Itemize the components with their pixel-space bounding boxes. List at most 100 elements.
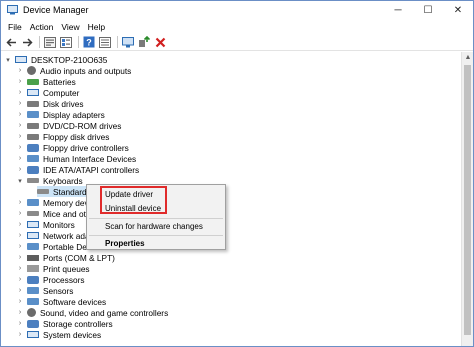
keyboard-icon xyxy=(37,189,49,194)
tree-item-label: Sound, video and game controllers xyxy=(40,307,169,318)
storage-controller-icon xyxy=(27,319,39,328)
chevron-down-icon[interactable]: ▾ xyxy=(16,177,24,185)
chevron-right-icon[interactable]: › xyxy=(16,166,24,173)
tree-item-portable-devices[interactable]: › Portable Dev xyxy=(16,241,91,252)
toolbar-separator xyxy=(78,36,79,48)
forward-arrow-icon[interactable] xyxy=(20,35,34,49)
disk-drive-icon xyxy=(27,100,39,107)
tree-item-ports[interactable]: › Ports (COM & LPT) xyxy=(16,252,115,263)
context-uninstall-device[interactable]: Uninstall device xyxy=(105,203,161,214)
maximize-button[interactable]: ☐ xyxy=(413,1,443,19)
tree-item-batteries[interactable]: › Batteries xyxy=(16,76,76,87)
chevron-right-icon[interactable]: › xyxy=(16,122,24,129)
chevron-right-icon[interactable]: › xyxy=(16,144,24,151)
toolbar: ? xyxy=(1,34,473,51)
tree-root[interactable]: ▾ DESKTOP-210O635 xyxy=(4,54,107,65)
scroll-up-icon[interactable]: ▲ xyxy=(462,52,474,64)
tree-item-label: Sensors xyxy=(43,285,74,296)
chevron-right-icon[interactable]: › xyxy=(16,276,24,283)
chevron-right-icon[interactable]: › xyxy=(16,111,24,118)
chevron-right-icon[interactable]: › xyxy=(16,298,24,305)
device-tree: ▾ DESKTOP-210O635 › Audio inputs and out… xyxy=(2,52,461,346)
properties-icon[interactable] xyxy=(43,35,57,49)
back-arrow-icon[interactable] xyxy=(4,35,18,49)
tree-item-label: Audio inputs and outputs xyxy=(40,65,132,76)
tree-item-storage-controllers[interactable]: › Storage controllers xyxy=(16,318,113,329)
tree-root-label: DESKTOP-210O635 xyxy=(31,54,108,65)
vertical-scrollbar[interactable]: ▲ xyxy=(461,52,473,346)
chevron-right-icon[interactable]: › xyxy=(16,199,24,206)
menu-view[interactable]: View xyxy=(57,22,83,32)
tree-item-hid[interactable]: › Human Interface Devices xyxy=(16,153,136,164)
processor-icon xyxy=(27,275,39,284)
chevron-right-icon[interactable]: › xyxy=(16,133,24,140)
tree-item-ide-controllers[interactable]: › IDE ATA/ATAPI controllers xyxy=(16,164,139,175)
tree-item-mice[interactable]: › Mice and oth xyxy=(16,208,91,219)
update-driver-icon[interactable] xyxy=(137,35,151,49)
tree-item-display-adapters[interactable]: › Display adapters xyxy=(16,109,105,120)
tree-item-keyboards[interactable]: ▾ Keyboards xyxy=(16,175,83,186)
help-icon[interactable]: ? xyxy=(82,35,96,49)
minimize-button[interactable]: ─ xyxy=(383,1,413,19)
tree-item-memory-devices[interactable]: › Memory dev xyxy=(16,197,89,208)
tree-item-print-queues[interactable]: › Print queues xyxy=(16,263,90,274)
tree-item-disk-drives[interactable]: › Disk drives xyxy=(16,98,84,109)
portable-device-icon xyxy=(27,243,39,250)
chevron-right-icon[interactable]: › xyxy=(16,309,24,316)
tree-item-floppy-disk-drives[interactable]: › Floppy disk drives xyxy=(16,131,110,142)
chevron-right-icon[interactable]: › xyxy=(16,155,24,162)
chevron-right-icon[interactable]: › xyxy=(16,243,24,250)
svg-text:?: ? xyxy=(86,38,92,48)
tree-item-computer[interactable]: › Computer xyxy=(16,87,80,98)
menu-help[interactable]: Help xyxy=(84,22,109,32)
monitor-icon xyxy=(27,221,39,228)
tree-item-label: Portable Dev xyxy=(43,241,91,252)
tree-item-system-devices[interactable]: › System devices xyxy=(16,329,101,340)
device-list-icon[interactable] xyxy=(59,35,73,49)
chevron-down-icon[interactable]: ▾ xyxy=(4,56,12,64)
toolbar-separator xyxy=(117,36,118,48)
monitor-icon[interactable] xyxy=(121,35,135,49)
chevron-right-icon[interactable]: › xyxy=(16,100,24,107)
tree-item-label: Keyboards xyxy=(43,175,83,186)
tree-item-label: DVD/CD-ROM drives xyxy=(43,120,122,131)
tree-item-monitors[interactable]: › Monitors xyxy=(16,219,75,230)
chevron-right-icon[interactable]: › xyxy=(16,320,24,327)
tree-item-sound-controllers[interactable]: › Sound, video and game controllers xyxy=(16,307,168,318)
context-separator xyxy=(89,218,223,219)
tree-item-processors[interactable]: › Processors xyxy=(16,274,85,285)
uninstall-icon[interactable] xyxy=(153,35,167,49)
chevron-right-icon[interactable]: › xyxy=(16,287,24,294)
chevron-right-icon[interactable]: › xyxy=(16,67,24,74)
chevron-right-icon[interactable]: › xyxy=(16,210,24,217)
computer-icon xyxy=(15,56,27,63)
title-bar[interactable]: Device Manager ─ ☐ ✕ xyxy=(1,1,473,19)
details-icon[interactable] xyxy=(98,35,112,49)
menu-action[interactable]: Action xyxy=(26,22,58,32)
chevron-right-icon[interactable]: › xyxy=(16,232,24,239)
tree-item-label: Print queues xyxy=(43,263,90,274)
chevron-right-icon[interactable]: › xyxy=(16,221,24,228)
computer-icon xyxy=(27,89,39,96)
scrollbar-thumb[interactable] xyxy=(464,65,471,335)
tree-item-label: Floppy drive controllers xyxy=(43,142,129,153)
chevron-right-icon[interactable]: › xyxy=(16,254,24,261)
close-button[interactable]: ✕ xyxy=(443,1,473,19)
tree-item-software-devices[interactable]: › Software devices xyxy=(16,296,106,307)
context-scan-hardware[interactable]: Scan for hardware changes xyxy=(105,221,203,232)
chevron-right-icon[interactable]: › xyxy=(16,331,24,338)
network-icon xyxy=(27,232,39,239)
tree-item-sensors[interactable]: › Sensors xyxy=(16,285,74,296)
tree-item-label: Ports (COM & LPT) xyxy=(43,252,115,263)
menu-file[interactable]: File xyxy=(4,22,26,32)
context-update-driver[interactable]: Update driver xyxy=(105,189,153,200)
tree-item-audio[interactable]: › Audio inputs and outputs xyxy=(16,65,132,76)
tree-item-network-adapters[interactable]: › Network ada xyxy=(16,230,90,241)
chevron-right-icon[interactable]: › xyxy=(16,78,24,85)
tree-item-floppy-controllers[interactable]: › Floppy drive controllers xyxy=(16,142,129,153)
chevron-right-icon[interactable]: › xyxy=(16,265,24,272)
tree-item-label: IDE ATA/ATAPI controllers xyxy=(43,164,140,175)
tree-item-dvd-drives[interactable]: › DVD/CD-ROM drives xyxy=(16,120,122,131)
context-properties[interactable]: Properties xyxy=(105,238,145,249)
chevron-right-icon[interactable]: › xyxy=(16,89,24,96)
